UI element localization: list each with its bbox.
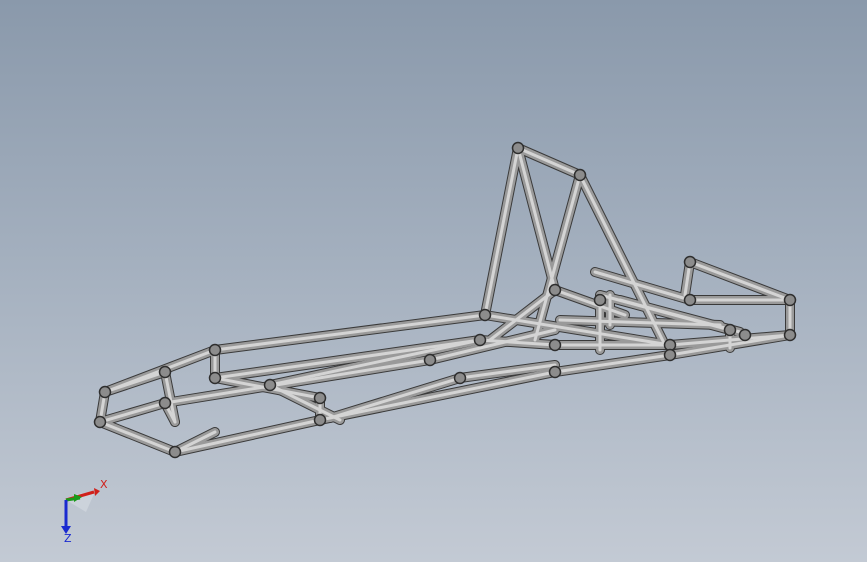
tube-highlight	[318, 370, 557, 422]
tube-joint	[723, 323, 737, 337]
tube-joint	[511, 141, 525, 155]
tube-joint	[548, 365, 562, 379]
chassis-model[interactable]	[0, 0, 867, 562]
tube-highlight	[98, 420, 177, 454]
graphics-viewport[interactable]: X Z	[0, 0, 867, 562]
x-axis-label: X	[100, 478, 108, 491]
tube-joint	[683, 293, 697, 307]
tube-joint	[208, 343, 222, 357]
tube-joint	[313, 391, 327, 405]
z-axis-label: Z	[64, 532, 72, 545]
tube-joint	[313, 413, 327, 427]
tube-joint	[208, 371, 222, 385]
tube-joint	[783, 293, 797, 307]
tube-joint	[473, 333, 487, 347]
axis-triad: X Z	[61, 478, 108, 545]
tube-highlight	[98, 401, 167, 424]
tube-highlight	[483, 146, 520, 317]
tube-joint	[738, 328, 752, 342]
tube-joint	[783, 328, 797, 342]
tube-highlight	[553, 353, 672, 374]
tube-joint	[263, 378, 277, 392]
tube-highlight	[688, 260, 792, 302]
tube-joint	[158, 396, 172, 410]
tube-joints	[93, 141, 797, 459]
tube-joint	[573, 168, 587, 182]
tube-joint	[478, 308, 492, 322]
tube-joint	[98, 385, 112, 399]
tube-joint	[423, 353, 437, 367]
tube-joint	[453, 371, 467, 385]
tube-joint	[158, 365, 172, 379]
tube-joint	[168, 445, 182, 459]
tube-joint	[93, 415, 107, 429]
tube-joint	[548, 283, 562, 297]
tube-joint	[548, 338, 562, 352]
tube-highlight	[516, 146, 557, 292]
tube-joint	[593, 293, 607, 307]
tube-joint	[683, 255, 697, 269]
tube-joint	[663, 348, 677, 362]
